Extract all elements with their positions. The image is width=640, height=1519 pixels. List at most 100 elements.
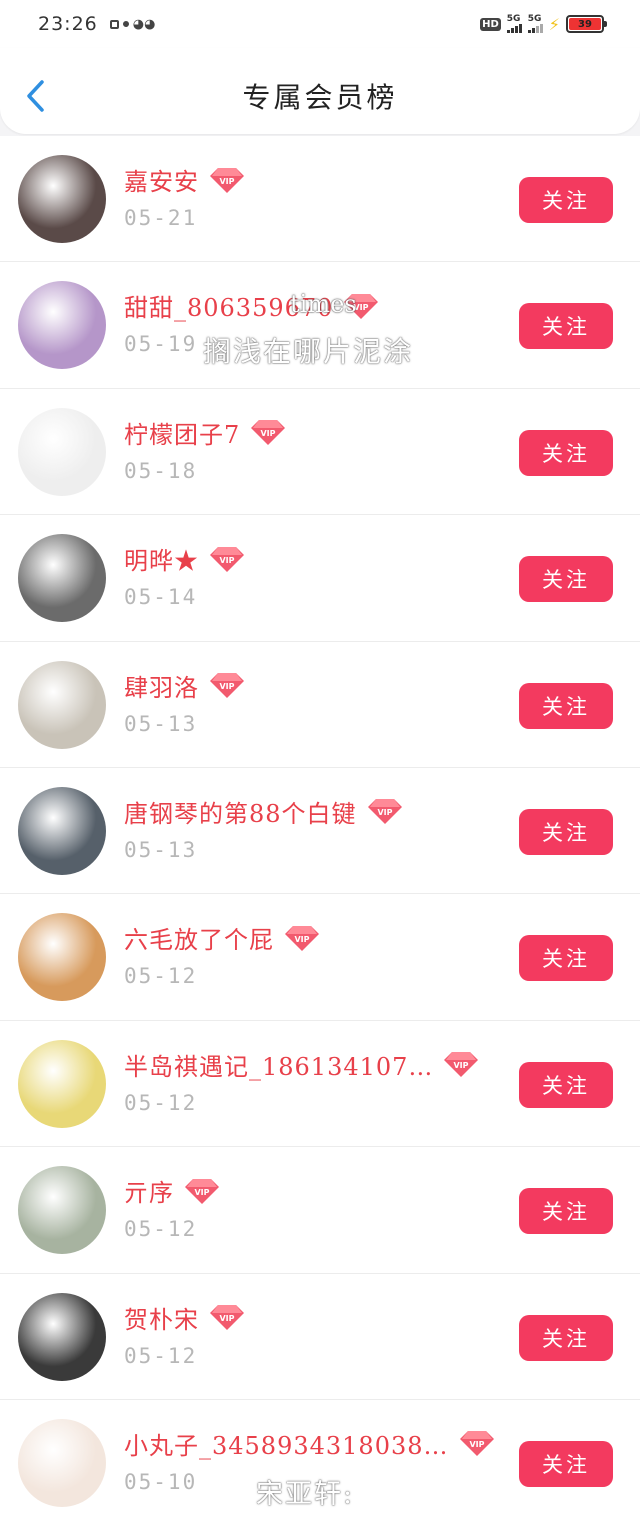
header: 专属会员榜: [0, 48, 640, 134]
charging-icon: ⚡: [548, 14, 560, 34]
member-date: 05-21: [124, 206, 198, 230]
name-line: 贺朴宋 VIP: [124, 1300, 245, 1335]
cat-avatar[interactable]: [18, 913, 106, 1002]
member-date: 05-13: [124, 711, 198, 736]
member-date: 05-12: [124, 1090, 198, 1115]
page-title: 专属会员榜: [242, 81, 398, 114]
photo-avatar[interactable]: [18, 534, 106, 623]
list-item[interactable]: 肆羽洛 VIP 05-13 关注: [0, 641, 640, 768]
name-line: 明晔★ VIP: [124, 541, 245, 576]
vip-label: VIP: [261, 429, 276, 438]
vip-label: VIP: [219, 1314, 234, 1323]
bunny-avatar[interactable]: [18, 407, 106, 496]
status-bar: 23:26 ◕◕ HD 5G 5G ⚡ 39: [0, 0, 640, 48]
follow-button[interactable]: 关注: [519, 556, 613, 603]
notification-dot-icon: [122, 21, 129, 27]
member-date: 05-14: [124, 585, 198, 610]
vip-diamond-icon: VIP: [443, 1050, 479, 1078]
net-label-2: 5G: [527, 14, 542, 24]
follow-button[interactable]: 关注: [519, 682, 613, 729]
status-left: 23:26 ◕◕: [38, 13, 155, 35]
list-item[interactable]: 嘉安安 VIP 05-21 关注: [0, 136, 640, 263]
name-line: 六毛放了个屁 VIP: [124, 920, 320, 955]
vip-diamond-icon: VIP: [209, 671, 245, 699]
member-date: 05-19: [124, 332, 198, 357]
vip-diamond-icon: VIP: [209, 545, 245, 573]
wechat-icon: ◕◕: [132, 16, 156, 32]
vip-diamond-icon: VIP: [367, 797, 403, 825]
follow-button[interactable]: 关注: [519, 1188, 613, 1235]
member-name[interactable]: 明晔★: [124, 541, 199, 576]
photo-avatar[interactable]: [18, 1292, 106, 1381]
follow-button[interactable]: 关注: [519, 303, 613, 350]
name-line: 亓序 VIP: [124, 1173, 220, 1208]
list-item[interactable]: 柠檬团子7 VIP 05-18 关注: [0, 388, 640, 516]
vip-diamond-icon: VIP: [209, 1303, 245, 1331]
member-name[interactable]: 唐钢琴的第88个白键: [124, 794, 357, 829]
signal-icon-2: 5G: [527, 14, 543, 33]
photo-avatar[interactable]: [18, 1166, 106, 1255]
vip-label: VIP: [469, 1440, 484, 1449]
battery-icon: 39: [566, 15, 607, 33]
vip-label: VIP: [454, 1061, 469, 1070]
follow-button[interactable]: 关注: [519, 1440, 613, 1487]
member-name[interactable]: 嘉安安: [124, 162, 199, 197]
vip-label: VIP: [294, 935, 309, 944]
vip-label: VIP: [194, 1188, 209, 1197]
battery-level: 39: [569, 18, 601, 30]
watermark-line1: times: [290, 290, 357, 318]
vip-label: VIP: [219, 682, 234, 691]
member-name[interactable]: 亓序: [124, 1173, 174, 1208]
notification-square-icon: [109, 19, 119, 29]
chick-avatar[interactable]: [18, 1039, 106, 1128]
list-item[interactable]: 亓序 VIP 05-12 关注: [0, 1147, 640, 1274]
name-line: 柠檬团子7 VIP: [124, 415, 286, 450]
vip-diamond-icon: VIP: [459, 1429, 495, 1457]
follow-button[interactable]: 关注: [519, 808, 613, 855]
member-name[interactable]: 半岛祺遇记_186134107…: [124, 1047, 433, 1082]
list-item[interactable]: 明晔★ VIP 05-14 关注: [0, 515, 640, 642]
name-line: 小丸子_3458934318038… VIP: [124, 1426, 495, 1461]
member-name[interactable]: 柠檬团子7: [124, 415, 240, 450]
vip-label: VIP: [219, 556, 234, 565]
name-line: 半岛祺遇记_186134107… VIP: [124, 1047, 479, 1082]
status-time: 23:26: [38, 13, 98, 35]
name-line: 唐钢琴的第88个白键 VIP: [124, 794, 403, 829]
vip-label: VIP: [219, 177, 234, 186]
photo-avatar[interactable]: [18, 155, 106, 243]
list-item[interactable]: 半岛祺遇记_186134107… VIP 05-12 关注: [0, 1020, 640, 1148]
follow-button[interactable]: 关注: [519, 1061, 613, 1108]
anime-avatar[interactable]: [18, 660, 106, 749]
follow-button[interactable]: 关注: [519, 1314, 613, 1361]
member-date: 05-18: [124, 458, 198, 483]
vip-diamond-icon: VIP: [209, 166, 245, 194]
photo-avatar[interactable]: [18, 786, 106, 875]
follow-button[interactable]: 关注: [519, 935, 613, 982]
vip-diamond-icon: VIP: [184, 1177, 220, 1205]
member-date: 05-10: [124, 1469, 198, 1494]
member-date: 05-12: [124, 1217, 198, 1242]
hd-icon: HD: [480, 17, 501, 31]
member-name[interactable]: 六毛放了个屁: [124, 920, 274, 955]
watermark-line2: 搁浅在哪片泥涂: [203, 335, 414, 368]
member-date: 05-12: [124, 1343, 198, 1368]
anime-avatar[interactable]: [18, 281, 106, 370]
list-item[interactable]: 贺朴宋 VIP 05-12 关注: [0, 1273, 640, 1400]
notification-icons: ◕◕: [109, 16, 156, 32]
follow-button[interactable]: 关注: [519, 177, 613, 223]
vip-label: VIP: [377, 808, 392, 817]
list-item[interactable]: 唐钢琴的第88个白键 VIP 05-13 关注: [0, 767, 640, 895]
member-date: 05-12: [124, 964, 198, 989]
vip-diamond-icon: VIP: [284, 924, 320, 952]
name-line: 嘉安安 VIP: [124, 162, 245, 197]
follow-button[interactable]: 关注: [519, 429, 613, 476]
status-right: HD 5G 5G ⚡ 39: [480, 14, 607, 34]
member-date: 05-13: [124, 837, 198, 862]
name-line: 肆羽洛 VIP: [124, 668, 245, 703]
member-name[interactable]: 肆羽洛: [124, 668, 199, 703]
member-name[interactable]: 贺朴宋: [124, 1300, 199, 1335]
vip-diamond-icon: VIP: [250, 418, 286, 446]
list-item[interactable]: 六毛放了个屁 VIP 05-12 关注: [0, 894, 640, 1021]
cartoon-avatar[interactable]: [18, 1418, 106, 1507]
member-name[interactable]: 小丸子_3458934318038…: [124, 1426, 449, 1461]
